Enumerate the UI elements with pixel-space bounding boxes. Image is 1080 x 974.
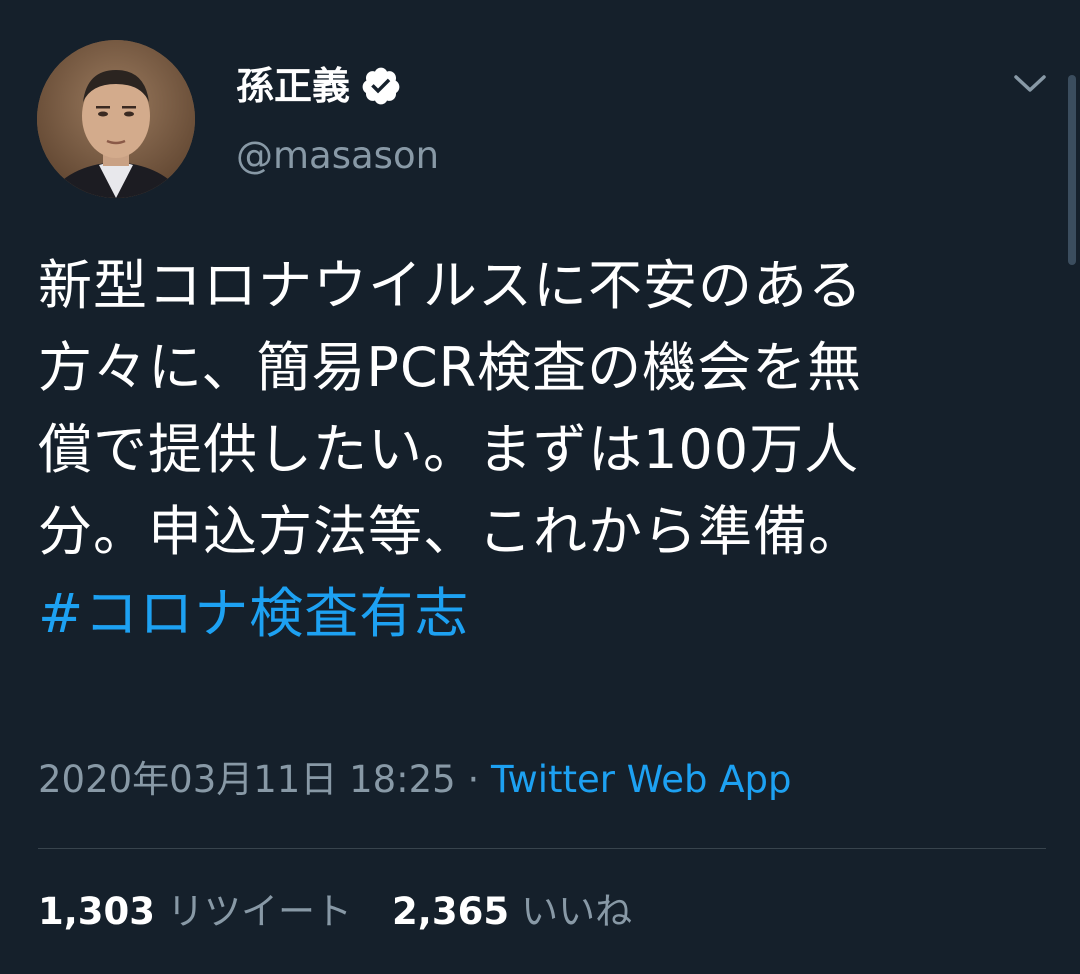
meta-separator: · bbox=[455, 758, 492, 801]
tweet-text-line: 償で提供したい。まずは100万人 bbox=[38, 418, 860, 481]
retweets-label: リツイート bbox=[167, 890, 353, 933]
display-name-row[interactable]: 孫正義 bbox=[236, 58, 402, 114]
avatar[interactable] bbox=[37, 40, 195, 198]
tweet-source-link[interactable]: Twitter Web App bbox=[491, 758, 791, 801]
divider bbox=[38, 848, 1046, 849]
tweet-options-button[interactable] bbox=[1010, 64, 1050, 104]
retweets-stat[interactable]: 1,303 リツイート bbox=[38, 890, 353, 933]
likes-label: いいね bbox=[521, 890, 633, 933]
scrollbar[interactable] bbox=[1068, 75, 1076, 265]
tweet-detail: 孫正義 @masason 新型コロナウイルスに不安のある 方々に、簡易PCR検査… bbox=[0, 0, 1080, 974]
likes-count: 2,365 bbox=[392, 890, 510, 933]
tweet-text-line: 分。申込方法等、これから準備。 bbox=[38, 500, 863, 563]
avatar-photo-icon bbox=[37, 40, 195, 198]
tweet-text-line: 新型コロナウイルスに不安のある bbox=[38, 254, 863, 317]
tweet-text-line: 方々に、簡易PCR検査の機会を無 bbox=[38, 336, 863, 399]
retweets-count: 1,303 bbox=[38, 890, 156, 933]
likes-stat[interactable]: 2,365 いいね bbox=[392, 890, 633, 933]
chevron-down-icon bbox=[1014, 75, 1046, 92]
user-handle[interactable]: @masason bbox=[236, 135, 439, 177]
tweet-stats: 1,303 リツイート 2,365 いいね bbox=[38, 890, 633, 933]
display-name[interactable]: 孫正義 bbox=[236, 67, 350, 105]
tweet-timestamp[interactable]: 2020年03月11日 18:25 bbox=[38, 758, 456, 801]
verified-badge-icon bbox=[360, 65, 402, 107]
tweet-text: 新型コロナウイルスに不安のある 方々に、簡易PCR検査の機会を無 償で提供したい… bbox=[38, 245, 1048, 655]
hashtag-link[interactable]: #コロナ検査有志 bbox=[38, 573, 1048, 655]
tweet-meta: 2020年03月11日 18:25 · Twitter Web App bbox=[38, 758, 792, 801]
